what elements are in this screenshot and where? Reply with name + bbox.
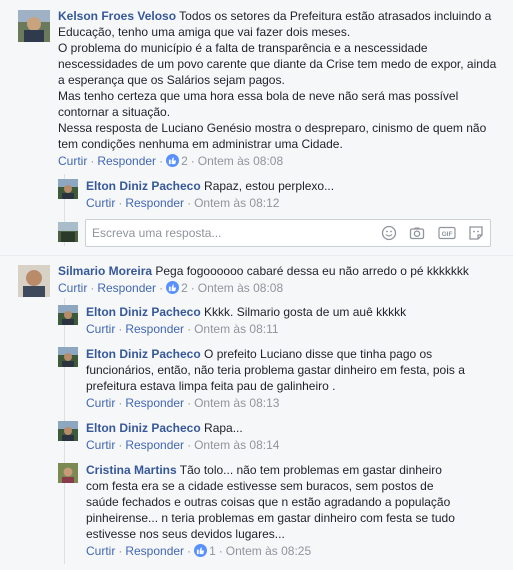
author-link[interactable]: Elton Diniz Pacheco <box>86 421 201 435</box>
reply-button[interactable]: Responder <box>125 544 184 558</box>
timestamp[interactable]: Ontem às 08:08 <box>198 281 283 295</box>
avatar[interactable] <box>18 265 50 297</box>
author-link[interactable]: Elton Diniz Pacheco <box>86 179 201 193</box>
thumbs-up-icon <box>194 544 208 557</box>
svg-text:GIF: GIF <box>441 231 452 238</box>
author-link[interactable]: Kelson Froes Veloso <box>58 9 176 23</box>
reply-button[interactable]: Responder <box>125 322 184 336</box>
avatar[interactable] <box>58 179 78 199</box>
avatar[interactable] <box>18 10 50 42</box>
reply-button[interactable]: Responder <box>125 438 184 452</box>
timestamp[interactable]: Ontem às 08:12 <box>194 196 279 210</box>
reply-button[interactable]: Responder <box>97 281 156 295</box>
timestamp[interactable]: Ontem às 08:13 <box>194 396 279 410</box>
avatar[interactable] <box>58 463 78 483</box>
thumbs-up-icon <box>166 154 180 167</box>
gif-icon[interactable]: GIF <box>438 225 456 244</box>
comment-body: Pega fogoooooo cabaré dessa eu não arred… <box>152 264 469 278</box>
reply-button[interactable]: Responder <box>125 196 184 210</box>
avatar <box>58 222 78 242</box>
like-count[interactable]: 1 <box>209 544 216 558</box>
like-button[interactable]: Curtir <box>86 544 115 558</box>
avatar[interactable] <box>58 305 78 325</box>
reply-box[interactable]: GIF <box>85 219 491 247</box>
comment-body: Rapa... <box>200 421 243 435</box>
like-button[interactable]: Curtir <box>58 281 87 295</box>
avatar[interactable] <box>58 421 78 441</box>
timestamp[interactable]: Ontem às 08:14 <box>194 438 279 452</box>
timestamp[interactable]: Ontem às 08:11 <box>194 322 279 336</box>
comment-actions: Curtir · Responder · 2 · Ontem às 08:08 <box>58 281 284 295</box>
divider <box>0 255 513 256</box>
emoji-icon[interactable] <box>381 225 397 244</box>
reply-button[interactable]: Responder <box>125 396 184 410</box>
comment-text: Kelson Froes Veloso Todos os setores da … <box>58 8 498 152</box>
comment-text: Elton Diniz Pacheco Rapa... <box>86 420 496 436</box>
comment-body: Rapaz, estou perplexo... <box>200 179 335 193</box>
comment-actions: Curtir · Responder · Ontem às 08:11 <box>86 322 279 336</box>
author-link[interactable]: Cristina Martins <box>86 463 177 477</box>
sticker-icon[interactable] <box>468 225 484 244</box>
comment-text: Elton Diniz Pacheco Kkkk. Silmario gosta… <box>86 304 496 320</box>
comment-actions: Curtir · Responder · 2 · Ontem às 08:08 <box>58 154 284 168</box>
timestamp[interactable]: Ontem às 08:08 <box>198 154 283 168</box>
comment-actions: Curtir · Responder · Ontem às 08:14 <box>86 438 280 452</box>
comment-actions: Curtir · Responder · Ontem às 08:13 <box>86 396 280 410</box>
like-button[interactable]: Curtir <box>58 154 87 168</box>
comment-body: Todos os setores da Prefeitura estão atr… <box>58 9 497 151</box>
author-link[interactable]: Silmario Moreira <box>58 264 152 278</box>
like-button[interactable]: Curtir <box>86 438 115 452</box>
comment-actions: Curtir · Responder · 1 · Ontem às 08:25 <box>86 544 312 558</box>
like-button[interactable]: Curtir <box>86 322 115 336</box>
author-link[interactable]: Elton Diniz Pacheco <box>86 305 201 319</box>
like-count[interactable]: 2 <box>181 154 188 168</box>
like-button[interactable]: Curtir <box>86 196 115 210</box>
comment-text: Silmario Moreira Pega fogoooooo cabaré d… <box>58 263 498 279</box>
reply-button[interactable]: Responder <box>97 154 156 168</box>
comment-text: Elton Diniz Pacheco O prefeito Luciano d… <box>86 346 496 394</box>
thumbs-up-icon <box>166 281 180 294</box>
comment-text: Elton Diniz Pacheco Rapaz, estou perplex… <box>86 178 496 194</box>
avatar[interactable] <box>58 347 78 367</box>
comment-text: Cristina Martins Tão tolo... não tem pro… <box>86 462 466 542</box>
comment-actions: Curtir · Responder · Ontem às 08:12 <box>86 196 280 210</box>
camera-icon[interactable] <box>409 225 425 244</box>
author-link[interactable]: Elton Diniz Pacheco <box>86 347 201 361</box>
like-button[interactable]: Curtir <box>86 396 115 410</box>
comment-body: Kkkk. Silmario gosta de um auê kkkkk <box>200 305 407 319</box>
reply-input[interactable] <box>90 224 374 242</box>
timestamp[interactable]: Ontem às 08:25 <box>226 544 311 558</box>
like-count[interactable]: 2 <box>181 281 188 295</box>
